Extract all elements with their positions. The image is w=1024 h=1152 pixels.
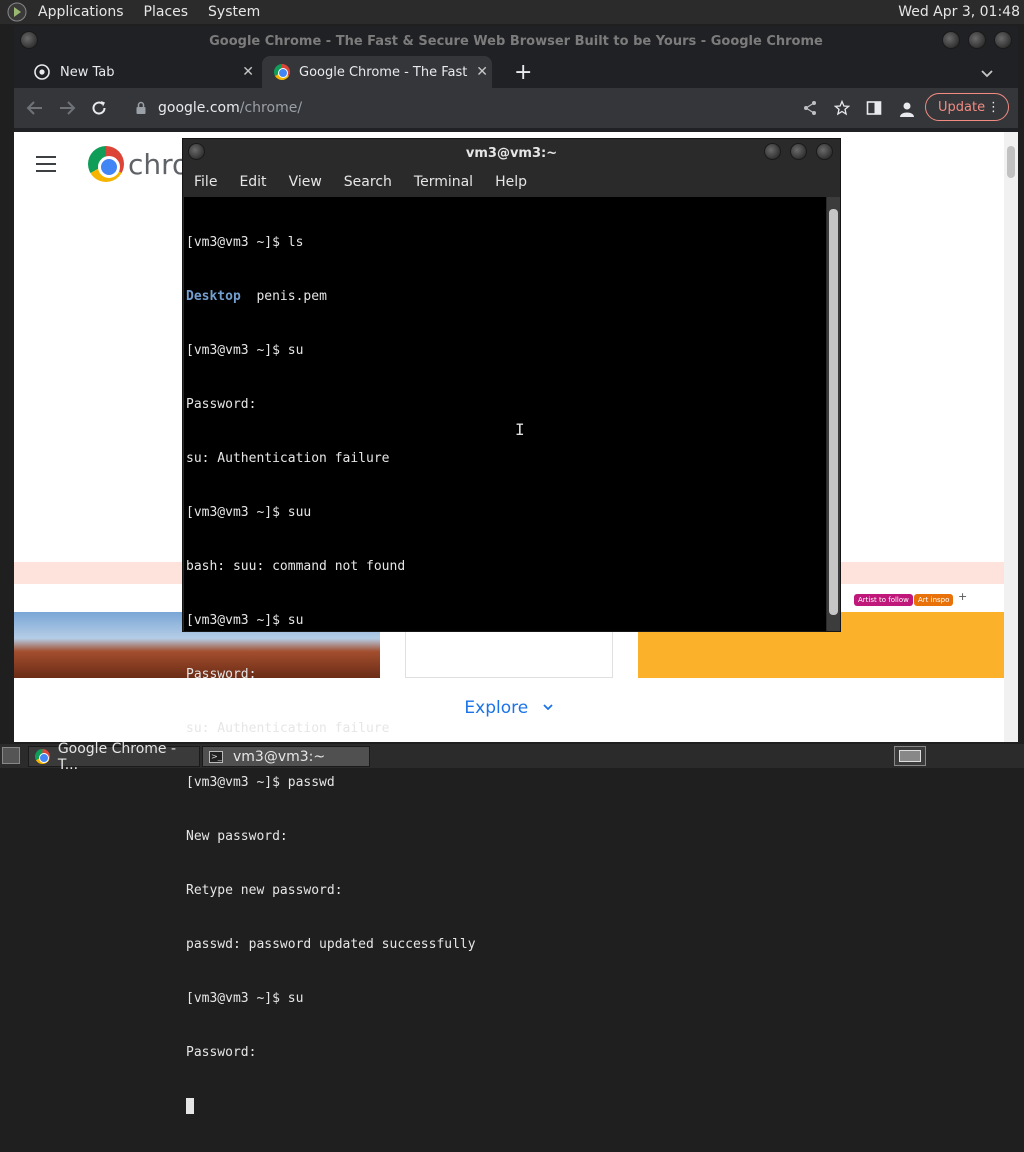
tag-chip-art-inspo: Art inspo bbox=[914, 594, 954, 606]
terminal-output[interactable]: [vm3@vm3 ~]$ ls Desktop penis.pem [vm3@v… bbox=[184, 197, 826, 1114]
terminal-line: Retype new password: bbox=[186, 883, 343, 898]
system-menu[interactable]: System bbox=[198, 4, 270, 20]
terminal-line: [vm3@vm3 ~]$ suu bbox=[186, 505, 312, 520]
star-icon[interactable] bbox=[834, 100, 850, 116]
panel-clock[interactable]: Wed Apr 3, 01:48 bbox=[898, 4, 1024, 20]
ibeam-cursor-icon: I bbox=[515, 420, 525, 439]
taskbar-terminal[interactable]: >_ vm3@vm3:~ bbox=[202, 746, 370, 767]
share-icon[interactable] bbox=[802, 100, 818, 116]
chrome-titlebar: Google Chrome - The Fast & Secure Web Br… bbox=[14, 26, 1018, 56]
terminal-window: vm3@vm3:~ File Edit View Search Terminal… bbox=[182, 138, 841, 1114]
applications-menu[interactable]: Applications bbox=[28, 4, 134, 20]
directory-entry: Desktop bbox=[186, 289, 241, 304]
chrome-toolbar: google.com/chrome/ Update ⋮ bbox=[14, 88, 1018, 128]
kebab-menu-icon[interactable]: ⋮ bbox=[987, 100, 1000, 115]
terminal-line: Password: bbox=[186, 397, 257, 412]
workspace-switcher[interactable] bbox=[894, 746, 926, 766]
terminal-line: Password: bbox=[186, 1045, 257, 1060]
terminal-line: New password: bbox=[186, 829, 288, 844]
maximize-button[interactable] bbox=[968, 31, 986, 49]
forward-arrow-icon[interactable] bbox=[58, 99, 76, 117]
close-icon[interactable]: ✕ bbox=[242, 64, 254, 80]
update-button[interactable]: Update ⋮ bbox=[925, 93, 1009, 121]
update-label: Update bbox=[938, 99, 986, 115]
menu-edit[interactable]: Edit bbox=[228, 174, 277, 190]
chrome-window-title: Google Chrome - The Fast & Secure Web Br… bbox=[209, 33, 823, 49]
terminal-line: [vm3@vm3 ~]$ ls bbox=[186, 235, 304, 250]
menu-file[interactable]: File bbox=[183, 174, 228, 190]
lock-icon[interactable] bbox=[134, 101, 148, 115]
add-chip-icon: + bbox=[958, 590, 968, 603]
bottom-panel: Google Chrome - T... >_ vm3@vm3:~ bbox=[0, 741, 1024, 773]
new-tab-button[interactable]: + bbox=[514, 56, 532, 88]
terminal-line: passwd: password updated successfully bbox=[186, 937, 476, 952]
tab-new-tab[interactable]: New Tab ✕ bbox=[22, 56, 258, 88]
show-desktop-icon[interactable] bbox=[2, 747, 20, 764]
page-scrollbar[interactable] bbox=[1004, 132, 1018, 742]
profile-icon[interactable] bbox=[898, 100, 916, 118]
terminal-line: Password: bbox=[186, 667, 257, 682]
terminal-line: su: Authentication failure bbox=[186, 721, 390, 736]
address-bar[interactable]: google.com/chrome/ bbox=[122, 92, 912, 124]
chrome-logo-icon[interactable] bbox=[88, 146, 124, 182]
terminal-cursor-line bbox=[186, 1098, 824, 1116]
menu-help[interactable]: Help bbox=[484, 174, 538, 190]
minimize-button[interactable] bbox=[942, 31, 960, 49]
menu-view[interactable]: View bbox=[278, 174, 333, 190]
terminal-title: vm3@vm3:~ bbox=[465, 145, 558, 161]
hamburger-menu-icon[interactable] bbox=[36, 156, 56, 177]
terminal-line: Desktop penis.pem bbox=[186, 288, 824, 306]
terminal-menubar: File Edit View Search Terminal Help bbox=[183, 167, 840, 197]
taskbar-chrome[interactable]: Google Chrome - T... bbox=[28, 741, 200, 773]
terminal-line: [vm3@vm3 ~]$ passwd bbox=[186, 775, 335, 790]
chevron-down-icon[interactable] bbox=[980, 66, 994, 80]
terminal-scrollbar[interactable] bbox=[827, 197, 840, 631]
terminal-line: su: Authentication failure bbox=[186, 451, 390, 466]
terminal-line: bash: suu: command not found bbox=[186, 559, 406, 574]
terminal-titlebar: vm3@vm3:~ bbox=[183, 139, 840, 167]
tab-strip: New Tab ✕ Google Chrome - The Fast & S ✕… bbox=[14, 56, 1018, 88]
distro-logo-icon[interactable] bbox=[6, 1, 28, 23]
tab-chrome[interactable]: Google Chrome - The Fast & S ✕ bbox=[262, 56, 492, 88]
tab-label: Google Chrome - The Fast & S bbox=[299, 64, 469, 80]
minimize-button[interactable] bbox=[764, 143, 781, 160]
menu-terminal[interactable]: Terminal bbox=[403, 174, 484, 190]
chrome-logo-icon bbox=[274, 64, 290, 80]
maximize-button[interactable] bbox=[790, 143, 807, 160]
url-domain: google.com bbox=[158, 100, 240, 116]
terminal-icon: >_ bbox=[209, 750, 223, 763]
menu-search[interactable]: Search bbox=[333, 174, 403, 190]
tag-chip-artist: Artist to follow bbox=[854, 594, 913, 606]
back-arrow-icon[interactable] bbox=[26, 99, 44, 117]
chrome-logo-icon bbox=[35, 749, 50, 764]
text-cursor bbox=[186, 1098, 194, 1114]
tab-label: New Tab bbox=[60, 64, 115, 80]
chrome-tab-icon bbox=[34, 64, 50, 80]
close-icon[interactable]: ✕ bbox=[476, 64, 488, 80]
terminal-line: [vm3@vm3 ~]$ su bbox=[186, 343, 304, 358]
task-label: vm3@vm3:~ bbox=[233, 748, 326, 765]
close-button[interactable] bbox=[816, 143, 833, 160]
reload-icon[interactable] bbox=[90, 99, 108, 117]
url-path: /chrome/ bbox=[239, 100, 303, 116]
side-panel-icon[interactable] bbox=[866, 100, 882, 116]
places-menu[interactable]: Places bbox=[134, 4, 199, 20]
terminal-line: [vm3@vm3 ~]$ su bbox=[186, 991, 304, 1006]
top-panel: Applications Places System Wed Apr 3, 01… bbox=[0, 0, 1024, 24]
terminal-line: [vm3@vm3 ~]$ su bbox=[186, 613, 304, 628]
file-entry: penis.pem bbox=[256, 289, 327, 304]
close-button[interactable] bbox=[994, 31, 1012, 49]
brand-text: chro bbox=[128, 148, 190, 181]
